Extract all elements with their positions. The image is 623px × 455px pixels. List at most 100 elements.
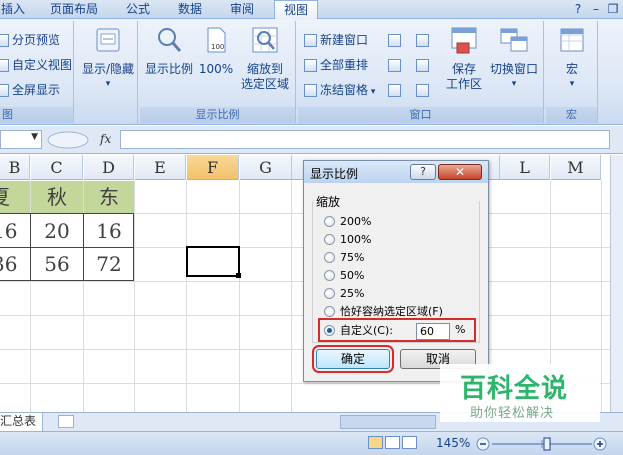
macros-button[interactable]: 宏 ▾ bbox=[550, 25, 594, 92]
page-break-preview-button[interactable]: 分页预览 bbox=[0, 31, 60, 49]
arrange-icon bbox=[304, 59, 317, 72]
cell-b1[interactable]: 夏 bbox=[0, 181, 30, 214]
normal-view-icon[interactable] bbox=[368, 436, 383, 449]
radio-icon bbox=[324, 233, 335, 245]
window-group: 新建窗口 全部重排 冻结窗格 ▾ 保存 工作区 切换窗口 ▾ 窗口 bbox=[298, 21, 544, 123]
restore-icon[interactable]: ❐ bbox=[605, 1, 621, 17]
zoom-slider[interactable] bbox=[476, 437, 608, 451]
zoom-option-25[interactable]: 25% bbox=[324, 285, 364, 303]
cell-c1[interactable]: 秋 bbox=[31, 181, 83, 214]
tab-page-layout[interactable]: 页面布局 bbox=[42, 0, 106, 19]
workbook-views-group: 分页预览 自定义视图 全屏显示 图 bbox=[0, 21, 74, 123]
zoom-100-button[interactable]: 100 100% bbox=[198, 25, 234, 77]
unhide-window-button[interactable] bbox=[388, 81, 404, 99]
show-hide-group: 显示/隐藏 ▾ bbox=[76, 21, 138, 123]
save-workspace-button[interactable]: 保存 工作区 bbox=[444, 25, 484, 92]
full-screen-button[interactable]: 全屏显示 bbox=[0, 81, 60, 99]
unhide-window-icon bbox=[388, 84, 401, 97]
status-bar: 145% bbox=[0, 431, 623, 455]
reset-position-icon bbox=[416, 84, 429, 97]
minimize-icon[interactable]: – bbox=[588, 1, 604, 17]
zoom-option-50[interactable]: 50% bbox=[324, 267, 364, 285]
dialog-title-bar[interactable]: 显示比例 ? ✕ bbox=[304, 161, 488, 183]
reset-position-button[interactable] bbox=[416, 81, 432, 99]
freeze-panes-button[interactable]: 冻结窗格 ▾ bbox=[304, 81, 375, 99]
zoom-option-75[interactable]: 75% bbox=[324, 249, 364, 267]
name-box[interactable]: ▼ bbox=[0, 130, 42, 149]
cell-d1[interactable]: 东 bbox=[84, 181, 134, 214]
zoom-selection-icon bbox=[252, 27, 278, 53]
tab-insert[interactable]: 插入 bbox=[0, 0, 26, 19]
custom-zoom-unit: % bbox=[455, 323, 466, 336]
zoom-to-selection-button[interactable]: 缩放到 选定区域 bbox=[236, 25, 294, 92]
column-header-b[interactable]: B bbox=[0, 155, 30, 180]
horizontal-scrollbar[interactable] bbox=[340, 415, 436, 429]
gridline bbox=[134, 180, 135, 412]
arrange-all-button[interactable]: 全部重排 bbox=[304, 56, 368, 74]
page-layout-view-icon[interactable] bbox=[385, 436, 400, 449]
custom-zoom-input[interactable]: 60 bbox=[416, 323, 450, 340]
zoom-group: 显示比例 100 100% 缩放到 选定区域 显示比例 bbox=[140, 21, 296, 123]
ribbon: 分页预览 自定义视图 全屏显示 图 显示/隐藏 ▾ 显示比例 100 100% … bbox=[0, 19, 623, 125]
full-screen-icon bbox=[0, 84, 9, 97]
custom-view-icon bbox=[0, 59, 9, 72]
custom-views-button[interactable]: 自定义视图 bbox=[0, 56, 72, 74]
page-100-icon: 100 bbox=[207, 27, 226, 53]
switch-window-icon bbox=[500, 28, 528, 52]
macro-group: 宏 ▾ 宏 bbox=[546, 21, 598, 123]
show-hide-button[interactable]: 显示/隐藏 ▾ bbox=[80, 25, 136, 92]
chevron-down-icon: ▾ bbox=[569, 79, 575, 89]
tab-review[interactable]: 审阅 bbox=[224, 0, 260, 19]
vertical-scrollbar[interactable] bbox=[610, 155, 623, 412]
column-header-g[interactable]: G bbox=[240, 155, 292, 180]
svg-text:100: 100 bbox=[211, 43, 224, 51]
zoom-option-custom[interactable]: 自定义(C): bbox=[324, 322, 393, 340]
insert-sheet-icon[interactable] bbox=[58, 415, 74, 428]
insert-function-button[interactable]: fx bbox=[100, 132, 111, 146]
gridline bbox=[601, 180, 602, 412]
magnifier-icon bbox=[158, 28, 182, 52]
radio-icon bbox=[324, 269, 335, 281]
page-break-view-icon[interactable] bbox=[402, 436, 417, 449]
group-label-workbook-views: 图 bbox=[0, 107, 73, 123]
tab-data[interactable]: 数据 bbox=[172, 0, 208, 19]
fill-handle[interactable] bbox=[236, 273, 241, 278]
radio-icon bbox=[324, 215, 335, 227]
column-header-m[interactable]: M bbox=[551, 155, 601, 180]
sync-scroll-button[interactable] bbox=[416, 56, 432, 74]
group-label-zoom: 显示比例 bbox=[140, 107, 295, 123]
column-header-c[interactable]: C bbox=[31, 155, 83, 180]
chevron-down-icon: ▾ bbox=[105, 79, 111, 89]
tab-view[interactable]: 视图 bbox=[274, 0, 318, 20]
chevron-down-icon: ▾ bbox=[511, 79, 517, 89]
column-header-e[interactable]: E bbox=[135, 155, 186, 180]
tab-formulas[interactable]: 公式 bbox=[120, 0, 156, 19]
zoom-button[interactable]: 显示比例 bbox=[142, 25, 196, 77]
hide-window-icon bbox=[388, 59, 401, 72]
dialog-help-button[interactable]: ? bbox=[410, 164, 436, 180]
side-by-side-icon bbox=[416, 34, 429, 47]
split-button[interactable] bbox=[388, 31, 404, 49]
dialog-close-button[interactable]: ✕ bbox=[438, 164, 482, 180]
zoom-option-200[interactable]: 200% bbox=[324, 213, 371, 231]
view-side-by-side-button[interactable] bbox=[416, 31, 432, 49]
switch-window-button[interactable]: 切换窗口 ▾ bbox=[486, 25, 542, 92]
page-break-icon bbox=[0, 34, 9, 47]
dialog-title: 显示比例 bbox=[310, 167, 359, 181]
radio-selected-icon bbox=[324, 324, 335, 336]
ok-button[interactable]: 确定 bbox=[312, 345, 394, 373]
column-header-l[interactable]: L bbox=[500, 155, 550, 180]
split-icon bbox=[388, 34, 401, 47]
hide-window-button[interactable] bbox=[388, 56, 404, 74]
column-header-d[interactable]: D bbox=[84, 155, 134, 180]
active-cell[interactable] bbox=[186, 246, 240, 277]
column-header-f[interactable]: F bbox=[187, 155, 239, 180]
zoom-option-100[interactable]: 100% bbox=[324, 231, 371, 249]
help-icon[interactable]: ? bbox=[570, 1, 586, 17]
new-window-button[interactable]: 新建窗口 bbox=[304, 31, 368, 49]
chevron-down-icon: ▼ bbox=[31, 132, 38, 142]
zoom-level[interactable]: 145% bbox=[436, 436, 470, 450]
sheet-tab-summary[interactable]: 汇总表 bbox=[0, 413, 44, 431]
formula-bar-expand-handle[interactable] bbox=[46, 131, 90, 149]
formula-input[interactable] bbox=[120, 130, 610, 149]
